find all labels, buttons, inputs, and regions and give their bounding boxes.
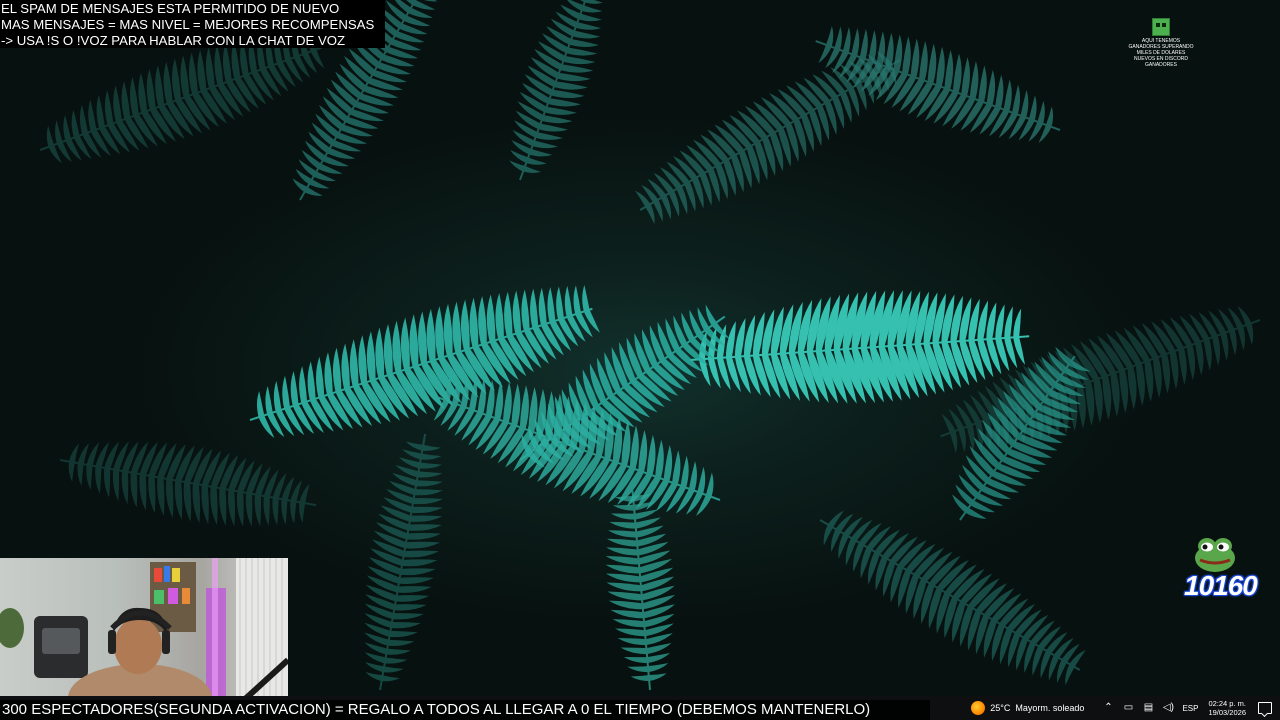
volume-icon[interactable]: ◁): [1162, 702, 1174, 714]
notification-icon[interactable]: [1258, 702, 1272, 714]
counter-value: 10160: [1184, 570, 1258, 601]
logo-line-5: GANADORES: [1145, 62, 1177, 68]
fern-frond: [819, 510, 1086, 686]
weather-temperature: 25°C: [990, 703, 1011, 713]
sun-icon: [971, 701, 986, 715]
fern-frond: [364, 433, 443, 691]
fern-frond: [509, 0, 603, 181]
fern-frond: [815, 25, 1061, 143]
overlay-line-3: -> USA !S O !VOZ PARA HABLAR CON LA CHAT…: [1, 33, 346, 48]
network-icon[interactable]: ▤: [1142, 702, 1154, 714]
weather-description: Mayorm. soleado: [1015, 703, 1085, 713]
corner-logo: AQUI TENEMOS GANADORES SUPERANDO MILES D…: [1128, 18, 1194, 70]
clock-date: 19/03/2026: [1208, 708, 1246, 717]
weather-widget[interactable]: 25°C Mayorm. soleado: [971, 701, 1084, 715]
language-indicator[interactable]: ESP: [1182, 704, 1198, 713]
stream-ticker: 300 ESPECTADORES(SEGUNDA ACTIVACION) = R…: [0, 700, 930, 720]
system-tray: 25°C Mayorm. soleado ⌃ ▭ ▤ ◁) ESP 02:24 …: [971, 696, 1280, 720]
creeper-icon: [1152, 18, 1170, 36]
pepe-frog-icon: [1195, 538, 1235, 572]
stream-overlay-announcement: EL SPAM DE MENSAJES ESTA PERMITIDO DE NU…: [0, 0, 385, 48]
clock-time: 02:24 p. m.: [1208, 699, 1246, 708]
webcam-feed: [0, 558, 288, 700]
display-icon[interactable]: ▭: [1122, 702, 1134, 714]
fern-frond: [59, 441, 317, 527]
overlay-line-1: EL SPAM DE MENSAJES ESTA PERMITIDO DE NU…: [1, 1, 340, 16]
chevron-up-icon[interactable]: ⌃: [1102, 702, 1114, 714]
viewer-counter: 10160: [1182, 534, 1280, 604]
fern-frond: [605, 490, 676, 691]
fern-frond: [634, 51, 901, 225]
overlay-line-2: MAS MENSAJES = MAS NIVEL = MEJORES RECOM…: [1, 17, 375, 32]
clock[interactable]: 02:24 p. m. 19/03/2026: [1208, 699, 1246, 717]
